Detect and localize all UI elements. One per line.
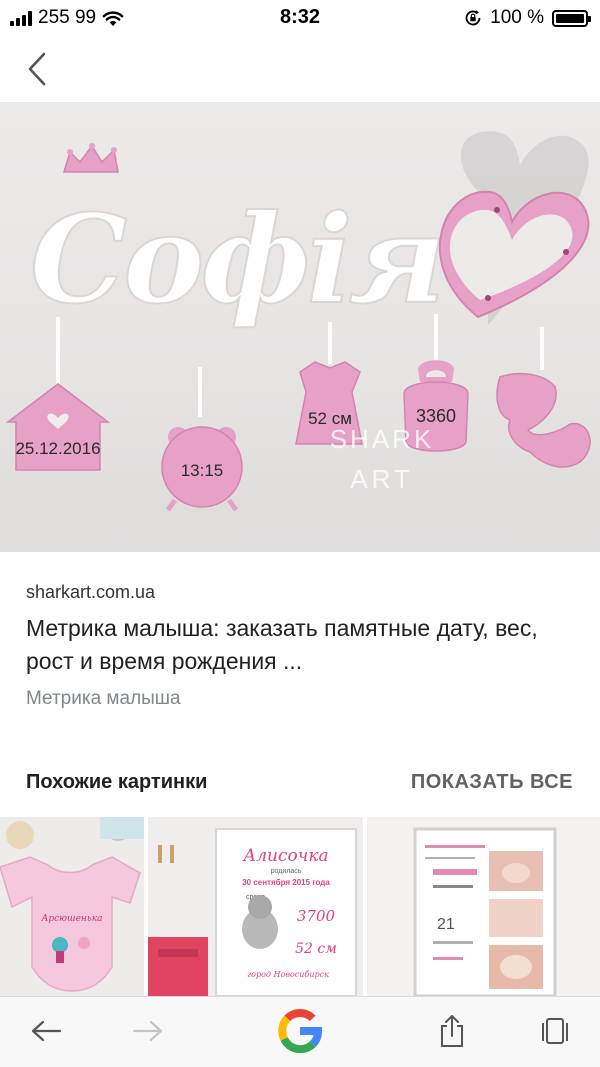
status-right: 100 %: [464, 7, 591, 29]
bodysuit-text: Арсюшенька: [41, 914, 103, 924]
poster-line-3: 30 сентября 2015 года: [242, 878, 330, 887]
tag-weight: 3360: [416, 406, 456, 426]
battery-percent: 100 %: [490, 7, 544, 28]
battery-icon: [552, 9, 591, 27]
poster-line-2: родилась: [271, 868, 302, 875]
angel-tag: [496, 372, 591, 468]
nav-forward-button[interactable]: [126, 1009, 170, 1053]
result-source[interactable]: sharkart.com.ua: [26, 582, 155, 603]
result-image[interactable]: Софія 25.12.2016 13:15 52 см 3360 SHARK …: [0, 102, 600, 552]
status-bar: 255 99 8:32 100 %: [0, 0, 600, 36]
result-subtitle: Метрика малыша: [26, 688, 181, 709]
crown-icon: [62, 143, 119, 173]
share-icon: [441, 1015, 463, 1047]
poster-line-5: 3700: [297, 907, 336, 925]
poster-line-6: 52 см: [295, 941, 337, 957]
house-tag: 25.12.2016: [5, 383, 111, 471]
thumbnail-metric-poster-photos[interactable]: 21: [367, 817, 600, 996]
tabs-button[interactable]: [532, 1009, 576, 1053]
thumbnail-metric-poster-pink[interactable]: Алисочка родилась 30 сентября 2015 года …: [148, 817, 363, 996]
tag-date: 25.12.2016: [15, 439, 100, 458]
photo-poster-illustration: 21: [413, 827, 557, 996]
arrow-right-icon: [132, 1020, 163, 1042]
rotation-lock-icon: [465, 10, 481, 26]
tag-time: 13:15: [181, 461, 224, 480]
photo-poster-number: 21: [437, 916, 455, 933]
poster-line-1: Алисочка: [242, 846, 328, 866]
arrow-left-icon: [31, 1020, 62, 1042]
similar-images-strip: Арсюшенька Алисочка родилась 30 сентября…: [0, 817, 600, 996]
bodysuit-illustration: Арсюшенька: [0, 817, 144, 992]
show-all-button[interactable]: ПОКАЗАТЬ ВСЕ: [411, 771, 573, 794]
bottom-navigation-bar: [0, 996, 600, 1067]
back-button[interactable]: [20, 46, 56, 92]
alarm-clock-tag: 13:15: [161, 426, 243, 512]
hero-name: Софія: [30, 187, 442, 331]
nav-back-button[interactable]: [24, 1009, 68, 1053]
similar-images-heading: Похожие картинки: [26, 771, 208, 793]
tabs-icon: [542, 1018, 568, 1044]
chevron-left-icon: [28, 52, 46, 86]
result-title[interactable]: Метрика малыша: заказать памятные дату, …: [26, 612, 576, 678]
google-g-icon: [278, 1009, 322, 1053]
metric-sign-illustration: Софія 25.12.2016 13:15 52 см 3360 SHARK …: [5, 131, 591, 512]
watermark-line-1: SHARK: [330, 424, 435, 454]
share-button[interactable]: [430, 1009, 474, 1053]
watermark-line-2: ART: [350, 464, 414, 494]
poster-line-7: город Новосибирск: [247, 970, 329, 979]
google-home-button[interactable]: [278, 1009, 322, 1053]
poster-illustration: Алисочка родилась 30 сентября 2015 года …: [148, 828, 357, 996]
thumbnail-baby-bodysuit[interactable]: Арсюшенька: [0, 817, 144, 996]
